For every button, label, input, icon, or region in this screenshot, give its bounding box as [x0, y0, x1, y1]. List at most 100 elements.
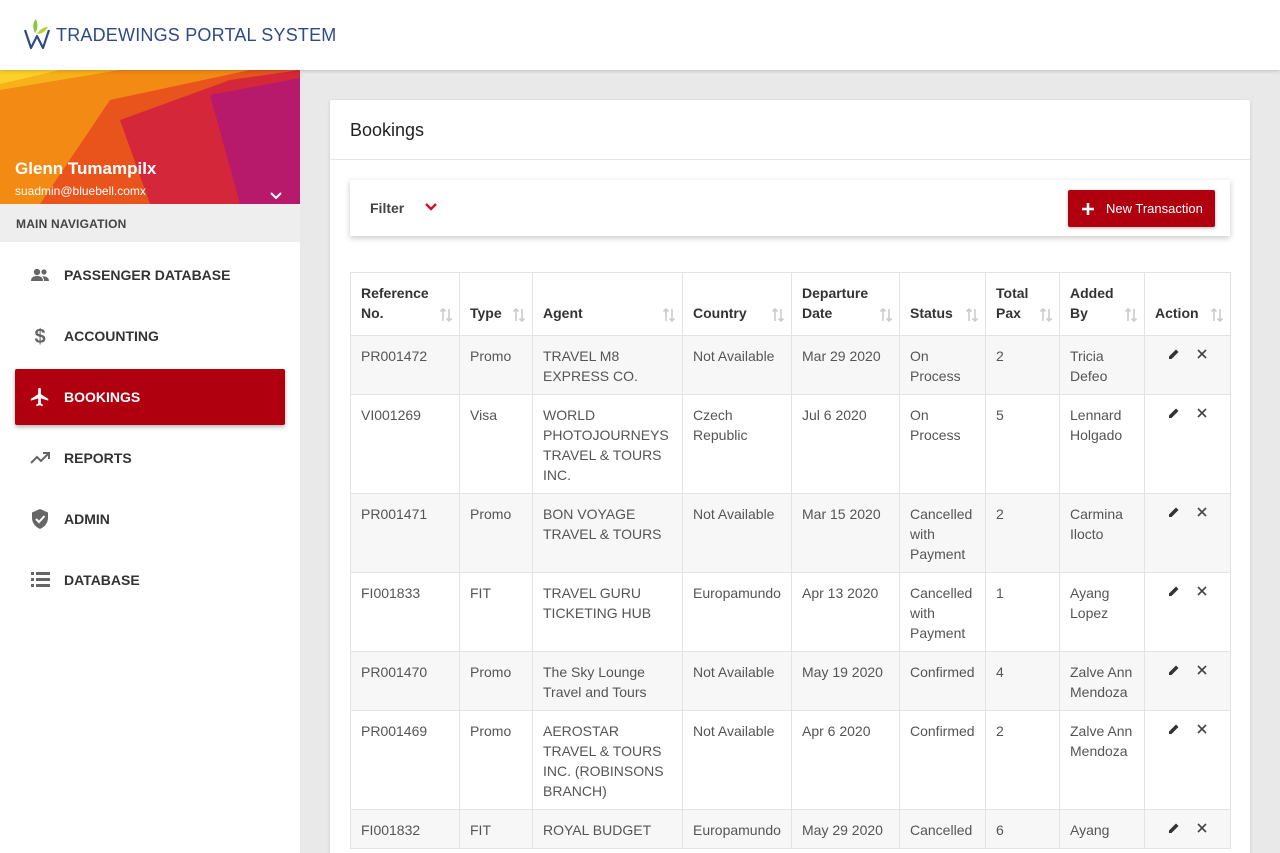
column-header[interactable]: Total Pax — [985, 272, 1060, 336]
table-row[interactable]: FI001833 FIT TRAVEL GURU TICKETING HUB Euro… — [350, 572, 1231, 652]
table-cell: Cancelled — [899, 809, 986, 849]
table-cell: AEROSTAR TRAVEL & TOURS INC. (ROBINSONS … — [532, 710, 683, 810]
sidebar-item-passenger-database[interactable]: PASSENGER DATABASE — [15, 247, 285, 303]
table-cell: PR001469 — [350, 710, 460, 810]
table-cell: 6 — [985, 809, 1060, 849]
sort-icon[interactable] — [662, 307, 676, 323]
table-cell: TRAVEL GURU TICKETING HUB — [532, 572, 683, 652]
column-header[interactable]: Agent — [532, 272, 683, 336]
sidebar-item-accounting[interactable]: $ ACCOUNTING — [15, 308, 285, 364]
leaf-w-logo — [23, 19, 51, 50]
trending-up-icon — [29, 447, 51, 469]
table-cell: Confirmed — [899, 710, 986, 810]
table-cell: Jul 6 2020 — [791, 394, 900, 494]
column-header[interactable]: Action — [1144, 272, 1231, 336]
action-cell — [1144, 394, 1231, 494]
column-header[interactable]: Status — [899, 272, 986, 336]
sidebar-item-admin[interactable]: ADMIN — [15, 491, 285, 547]
table-cell: PR001471 — [350, 493, 460, 573]
close-icon[interactable] — [1195, 584, 1209, 598]
action-cell — [1144, 710, 1231, 810]
column-header[interactable]: Type — [459, 272, 533, 336]
dollar-icon: $ — [29, 325, 51, 347]
table-cell: Zalve Ann Mendoza — [1059, 710, 1145, 810]
close-icon[interactable] — [1195, 505, 1209, 519]
sort-icon[interactable] — [879, 307, 893, 323]
edit-icon[interactable] — [1167, 722, 1181, 736]
sort-icon[interactable] — [965, 307, 979, 323]
table-row[interactable]: FI001832 FIT ROYAL BUDGET Europamundo May 29… — [350, 809, 1231, 849]
column-header[interactable]: Added By — [1059, 272, 1145, 336]
close-icon[interactable] — [1195, 406, 1209, 420]
table-cell: Ayang — [1059, 809, 1145, 849]
edit-icon[interactable] — [1167, 821, 1181, 835]
user-name: Glenn Tumampilx — [15, 159, 157, 178]
table-cell: PR001470 — [350, 651, 460, 711]
table-cell: Carmina Ilocto — [1059, 493, 1145, 573]
table-row[interactable]: PR001469 Promo AEROSTAR TRAVEL & TOURS INC… — [350, 710, 1231, 810]
close-icon[interactable] — [1195, 663, 1209, 677]
top-bar: TRADEWINGS PORTAL SYSTEM — [0, 0, 1280, 70]
action-cell — [1144, 651, 1231, 711]
table-cell: PR001472 — [350, 335, 460, 395]
edit-icon[interactable] — [1167, 584, 1181, 598]
edit-icon[interactable] — [1167, 663, 1181, 677]
table-cell: Tricia Defeo — [1059, 335, 1145, 395]
table-cell: Europamundo — [682, 572, 792, 652]
table-cell: Cancelled with Payment — [899, 572, 986, 652]
table-cell: WORLD PHOTOJOURNEYS TRAVEL & TOURS INC. — [532, 394, 683, 494]
table-row[interactable]: PR001471 Promo BON VOYAGE TRAVEL & TOURS No… — [350, 493, 1231, 573]
column-header-label: Type — [470, 305, 502, 321]
chevron-down-icon[interactable] — [268, 187, 284, 203]
sort-icon[interactable] — [1124, 307, 1138, 323]
action-cell — [1144, 493, 1231, 573]
people-icon — [29, 264, 51, 286]
nav-header: MAIN NAVIGATION — [0, 204, 300, 242]
close-icon[interactable] — [1195, 821, 1209, 835]
sidebar-item-database[interactable]: DATABASE — [15, 552, 285, 608]
action-cell — [1144, 572, 1231, 652]
sort-icon[interactable] — [1039, 307, 1053, 323]
table-cell: FIT — [459, 809, 533, 849]
new-transaction-button[interactable]: New Transaction — [1068, 190, 1215, 227]
column-header-label: Reference No. — [361, 285, 429, 321]
app-title: TRADEWINGS PORTAL SYSTEM — [56, 24, 337, 45]
table-cell: FI001832 — [350, 809, 460, 849]
chevron-down-icon[interactable] — [424, 200, 438, 214]
column-header-label: Total Pax — [996, 285, 1029, 321]
sort-icon[interactable] — [512, 307, 526, 323]
table-cell: Lennard Holgado — [1059, 394, 1145, 494]
sort-icon[interactable] — [1210, 307, 1224, 323]
filter-bar: Filter New Transaction — [350, 180, 1230, 236]
sidebar-item-label: BOOKINGS — [64, 389, 141, 405]
table-cell: On Process — [899, 335, 986, 395]
shield-check-icon — [29, 508, 51, 530]
table-cell: TRAVEL M8 EXPRESS CO. — [532, 335, 683, 395]
close-icon[interactable] — [1195, 347, 1209, 361]
column-header[interactable]: Reference No. — [350, 272, 460, 336]
sidebar-item-label: ACCOUNTING — [64, 328, 159, 344]
edit-icon[interactable] — [1167, 505, 1181, 519]
table-cell: Apr 13 2020 — [791, 572, 900, 652]
edit-icon[interactable] — [1167, 406, 1181, 420]
table-row[interactable]: PR001472 Promo TRAVEL M8 EXPRESS CO. Not Av… — [350, 335, 1231, 395]
sort-icon[interactable] — [439, 307, 453, 323]
table-cell: May 29 2020 — [791, 809, 900, 849]
column-header[interactable]: Departure Date — [791, 272, 900, 336]
table-cell: 2 — [985, 710, 1060, 810]
table-cell: 5 — [985, 394, 1060, 494]
edit-icon[interactable] — [1167, 347, 1181, 361]
sidebar-item-label: ADMIN — [64, 511, 110, 527]
bookings-table: Reference No. Type Agent Country Departure D… — [350, 272, 1231, 849]
filter-toggle[interactable]: Filter — [370, 200, 404, 216]
sidebar-item-reports[interactable]: REPORTS — [15, 430, 285, 486]
column-header[interactable]: Country — [682, 272, 792, 336]
list-icon — [29, 569, 51, 591]
sort-icon[interactable] — [771, 307, 785, 323]
close-icon[interactable] — [1195, 722, 1209, 736]
table-row[interactable]: PR001470 Promo The Sky Lounge Travel and T… — [350, 651, 1231, 711]
table-cell: ROYAL BUDGET — [532, 809, 683, 849]
table-row[interactable]: VI001269 Visa WORLD PHOTOJOURNEYS TRAVEL &… — [350, 394, 1231, 494]
table-cell: Czech Republic — [682, 394, 792, 494]
sidebar-item-bookings[interactable]: BOOKINGS — [15, 369, 285, 425]
